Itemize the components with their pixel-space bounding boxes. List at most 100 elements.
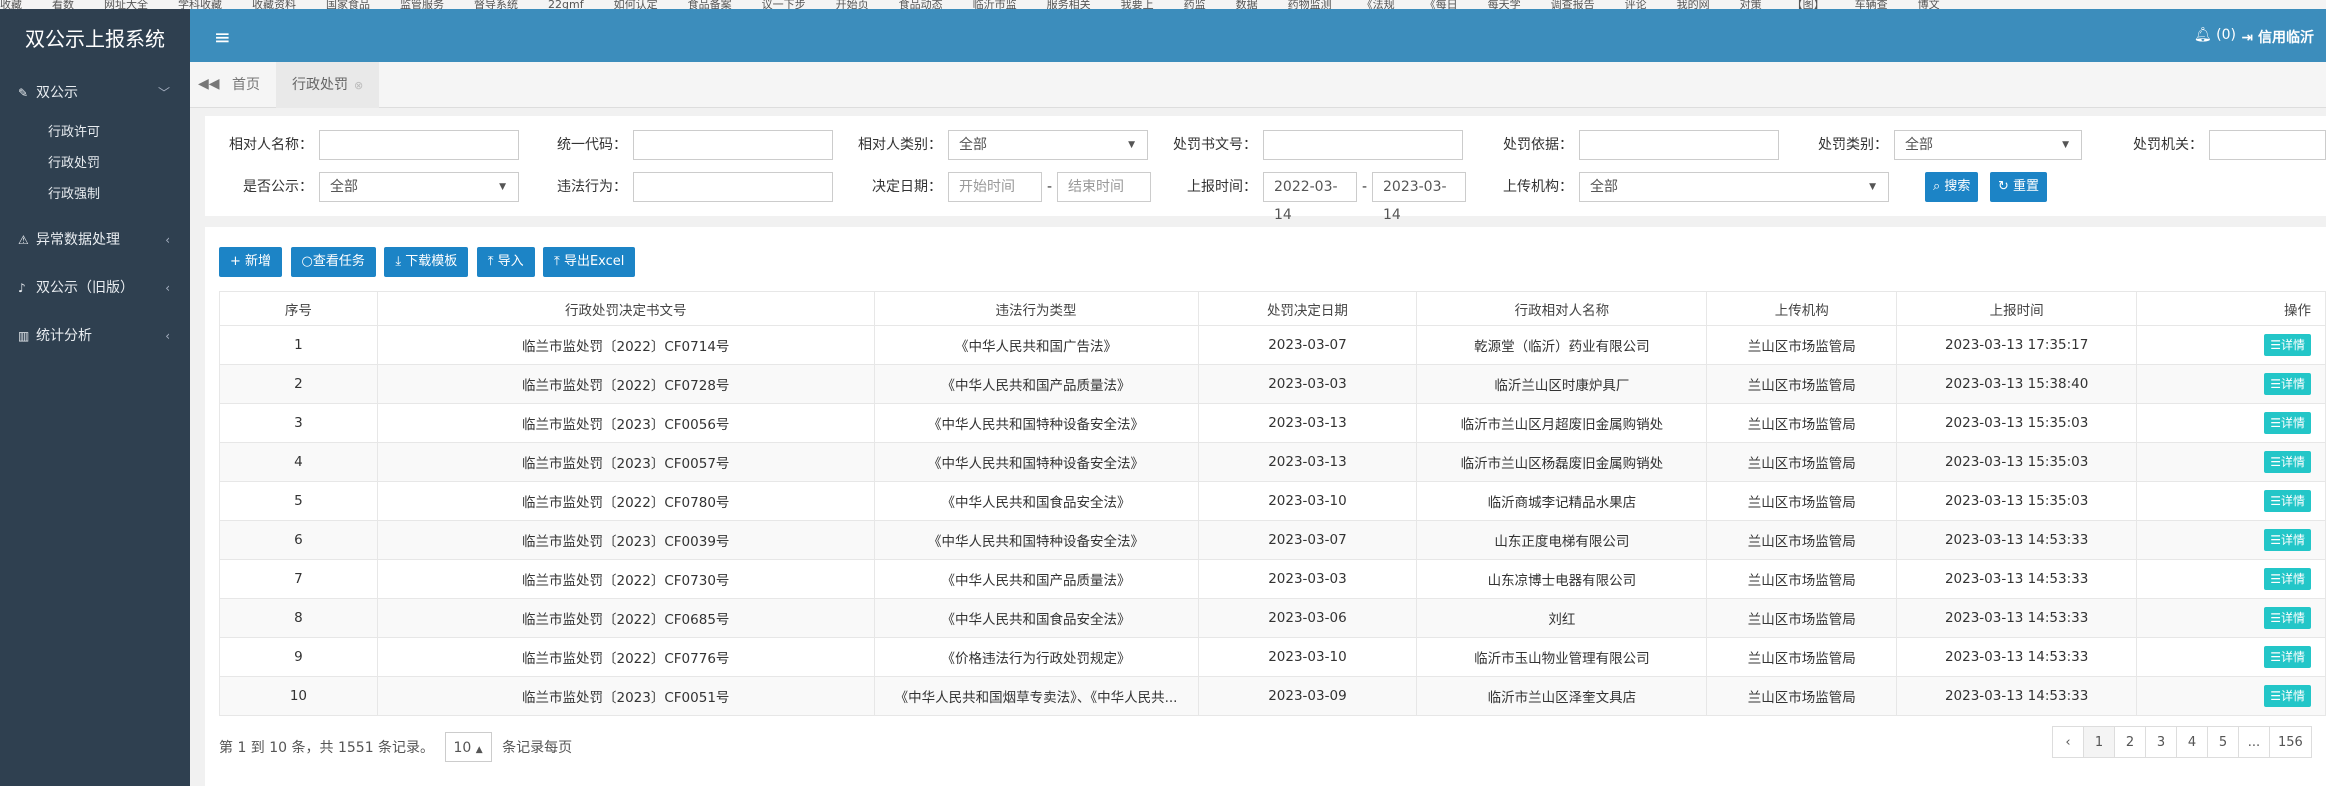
party-name-input[interactable] [319,130,519,160]
bookmark-item[interactable]: 监管服务 [400,0,444,9]
sidebar-item-license[interactable]: 行政许可 [0,117,190,148]
table-cell: 2023-03-13 17:35:17 [1896,325,2138,365]
detail-button[interactable]: ☰详情 [2264,373,2311,395]
bookmark-item[interactable]: 药物监测 [1288,0,1332,9]
button-label: 详情 [2280,572,2305,586]
sidebar-item-enforcement[interactable]: 行政强制 [0,179,190,210]
page-button[interactable]: 156 [2269,726,2312,758]
report-start-input[interactable]: 2022-03-14 [1263,172,1357,223]
detail-button[interactable]: ☰详情 [2264,646,2311,668]
nav-group-statistics[interactable]: ▥ 统计分析 ‹ [0,312,190,360]
bookmark-item[interactable]: 督导系统 [474,0,518,9]
column-header[interactable]: 序号 [219,291,378,326]
bookmark-item[interactable]: 数据 [1236,0,1258,9]
page-button[interactable]: ... [2238,726,2270,758]
page-size-select[interactable]: 10 ▲ [444,732,492,762]
bookmark-item[interactable]: 收藏 [0,0,22,9]
column-header[interactable]: 处罚决定日期 [1197,291,1418,326]
bookmark-item[interactable]: 博文 [1918,0,1940,9]
main-panel: + 新增 ○查看任务 ⤓ 下载模板 ⤒ 导入 ⤒ 导出Excel 序号 行政处罚… [205,227,2326,786]
select-value: 全部 [330,179,358,195]
sidebar-item-penalty[interactable]: 行政处罚 [0,148,190,179]
detail-button[interactable]: ☰详情 [2264,529,2311,551]
page-button[interactable]: 5 [2207,726,2239,758]
bookmark-item[interactable]: 我的网 [1677,0,1710,9]
bookmark-item[interactable]: 我要上 [1121,0,1154,9]
bookmark-item[interactable]: 《法规 [1362,0,1395,9]
date-range-separator: - [1047,179,1053,195]
bookmark-item[interactable]: 22gmf [548,0,584,9]
bookmark-item[interactable]: 评论 [1625,0,1647,9]
menu-toggle-icon[interactable]: ≡ [214,25,231,49]
page-button[interactable]: 2 [2114,726,2146,758]
notification-button[interactable]: 🔔︎ (0) [2194,27,2236,43]
bookmark-item[interactable]: 开始页 [836,0,869,9]
bookmark-item[interactable]: 食品动态 [899,0,943,9]
bookmark-item[interactable]: 临沂市监 [973,0,1017,9]
party-type-select[interactable]: 全部 ▼ [948,130,1148,160]
tab-home[interactable]: 首页 [216,62,276,108]
column-header[interactable]: 违法行为类型 [873,291,1199,326]
close-icon[interactable]: ⊗ [354,79,363,92]
page-button[interactable]: 1 [2083,726,2115,758]
detail-button[interactable]: ☰详情 [2264,685,2311,707]
bookmark-item[interactable]: 【图】 [1792,0,1825,9]
user-menu[interactable]: ⇥ 信用临沂 [2241,27,2314,47]
download-template-button[interactable]: ⤓ 下载模板 [384,247,469,277]
column-header[interactable]: 上传机构 [1706,291,1898,326]
page-button[interactable]: 3 [2145,726,2177,758]
reset-button[interactable]: ↻ 重置 [1990,172,2048,202]
report-end-input[interactable]: 2023-03-14 [1372,172,1466,223]
bookmark-item[interactable]: 如何认定 [614,0,658,9]
column-header[interactable]: 上报时间 [1896,291,2138,326]
page-button[interactable]: 4 [2176,726,2208,758]
detail-button[interactable]: ☰详情 [2264,607,2311,629]
detail-button[interactable]: ☰详情 [2264,334,2311,356]
detail-button[interactable]: ☰详情 [2264,490,2311,512]
nav-group-double-publicity[interactable]: ✎ 双公示 ﹀ [0,69,190,117]
penalty-type-select[interactable]: 全部 ▼ [1894,130,2082,160]
bookmark-item[interactable]: 服务相关 [1047,0,1091,9]
nav-group-abnormal[interactable]: ⚠ 异常数据处理 ‹ [0,216,190,264]
tab-penalty[interactable]: 行政处罚 ⊗ [276,62,380,108]
add-button[interactable]: + 新增 [219,247,283,277]
export-excel-button[interactable]: ⤒ 导出Excel [543,247,636,277]
bookmark-item[interactable]: 车辆查 [1855,0,1888,9]
view-task-button[interactable]: ○查看任务 [290,247,376,277]
bookmark-item[interactable]: 《每日 [1425,0,1458,9]
detail-button[interactable]: ☰详情 [2264,412,2311,434]
bookmark-item[interactable]: 收藏资料 [252,0,296,9]
decision-start-input[interactable]: 开始时间 [948,172,1042,202]
bookmark-item[interactable]: 议一下步 [762,0,806,9]
detail-button[interactable]: ☰详情 [2264,568,2311,590]
column-header[interactable]: 行政相对人名称 [1416,291,1708,326]
table-cell: 兰山区市场监管局 [1706,676,1898,716]
bookmark-item[interactable]: 对策 [1740,0,1762,9]
bookmark-item[interactable]: 看数 [52,0,74,9]
detail-button[interactable]: ☰详情 [2264,451,2311,473]
list-icon: ☰ [2270,611,2281,625]
bookmark-item[interactable]: 学科收藏 [178,0,222,9]
prev-page-button[interactable]: ‹ [2052,726,2084,758]
basis-input[interactable] [1579,130,1779,160]
authority-input[interactable] [2209,130,2326,160]
bookmark-item[interactable]: 每天学 [1488,0,1521,9]
nav-group-old-version[interactable]: ♪ 双公示（旧版） ‹ [0,264,190,312]
is-public-select[interactable]: 全部 ▼ [319,172,519,202]
table-cell: 《中华人民共和国产品质量法》 [873,364,1199,404]
button-label: 新增 [245,254,272,269]
bookmark-item[interactable]: 药监 [1184,0,1206,9]
doc-no-input[interactable] [1263,130,1463,160]
import-button[interactable]: ⤒ 导入 [476,247,535,277]
column-header[interactable]: 行政处罚决定书文号 [376,291,875,326]
violation-input[interactable] [633,172,833,202]
button-label: 详情 [2280,611,2305,625]
upload-org-select[interactable]: 全部 ▼ [1579,172,1889,202]
bookmark-item[interactable]: 国家食品 [326,0,370,9]
credit-code-input[interactable] [633,130,833,160]
decision-end-input[interactable]: 结束时间 [1057,172,1151,202]
bookmark-item[interactable]: 网址大全 [104,0,148,9]
bookmark-item[interactable]: 食品备案 [688,0,732,9]
bookmark-item[interactable]: 调查报告 [1551,0,1595,9]
search-button[interactable]: ⌕ 搜索 [1925,172,1979,202]
